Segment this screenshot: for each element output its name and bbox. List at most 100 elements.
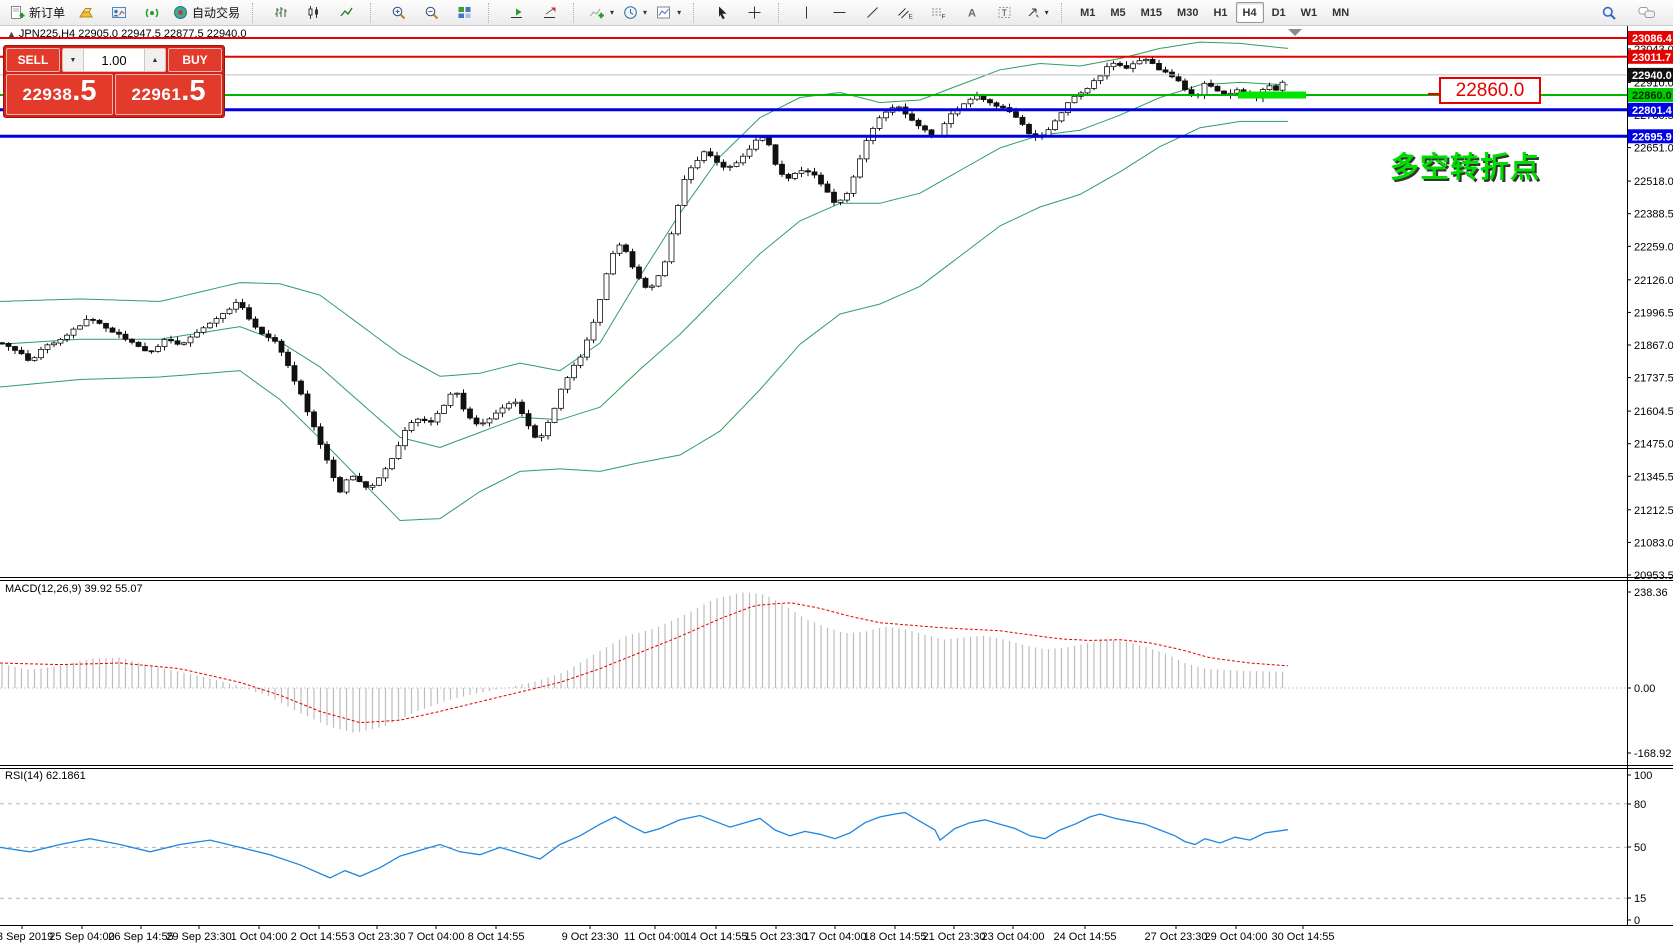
vertical-line-icon (800, 5, 813, 20)
macd-indicator-label: MACD(12,26,9) 39.92 55.07 (5, 583, 143, 595)
svg-text:100: 100 (1634, 770, 1652, 782)
bar-chart-button[interactable] (264, 1, 296, 24)
profile-button[interactable] (103, 1, 135, 24)
indicators-dropdown[interactable]: ▾ (585, 1, 618, 24)
candlestick-chart-button[interactable] (297, 1, 329, 24)
chart-canvas: 23043.022910.022780.522651.022518.022388… (0, 0, 1673, 948)
chinese-annotation: 多空转折点 (1390, 144, 1540, 186)
svg-text:7 Oct 04:00: 7 Oct 04:00 (408, 931, 465, 943)
volume-up-button[interactable]: ▲ (144, 49, 165, 71)
svg-text:E: E (909, 14, 914, 21)
signals-button[interactable] (136, 1, 168, 24)
timeframe-h1[interactable]: H1 (1206, 2, 1234, 23)
auto-scroll-button[interactable] (500, 1, 532, 24)
toolbar-separator (488, 3, 495, 23)
timeframe-m15[interactable]: M15 (1134, 2, 1169, 23)
svg-text:21996.5: 21996.5 (1634, 307, 1673, 319)
buy-button[interactable]: BUY (168, 48, 222, 72)
chat-icon (1638, 5, 1656, 20)
svg-text:21 Oct 23:30: 21 Oct 23:30 (923, 931, 986, 943)
cursor-icon (714, 5, 729, 20)
price-callout-box[interactable]: 22860.0 (1439, 77, 1541, 104)
gold-button[interactable] (70, 1, 102, 24)
vertical-line-tool[interactable] (790, 1, 822, 24)
svg-text:21867.0: 21867.0 (1634, 340, 1673, 352)
zoom-out-button[interactable] (415, 1, 447, 24)
buy-price-main: 22961 (132, 85, 182, 105)
svg-text:A: A (968, 8, 976, 20)
line-chart-icon (339, 5, 354, 20)
channel-tool[interactable]: E (889, 1, 921, 24)
timeframe-m1[interactable]: M1 (1073, 2, 1102, 23)
svg-text:21475.0: 21475.0 (1634, 439, 1673, 451)
svg-text:22388.5: 22388.5 (1634, 209, 1673, 221)
svg-text:20953.5: 20953.5 (1634, 570, 1673, 582)
cursor-tool-button[interactable] (705, 1, 737, 24)
svg-text:0: 0 (1634, 915, 1640, 927)
periods-dropdown[interactable]: ▾ (619, 1, 651, 24)
svg-text:29 Oct 04:00: 29 Oct 04:00 (1205, 931, 1268, 943)
svg-text:2 Oct 14:55: 2 Oct 14:55 (291, 931, 348, 943)
timeframe-mn[interactable]: MN (1325, 2, 1356, 23)
main-toolbar: 新订单 自动交易 (0, 0, 1673, 26)
one-click-trading-panel: SELL ▼ 1.00 ▲ BUY 22938 .5 22961 .5 (3, 45, 225, 118)
timeframe-w1[interactable]: W1 (1294, 2, 1325, 23)
chart-shift-button[interactable] (533, 1, 565, 24)
title-marker-icon: ▲ (7, 29, 16, 39)
timeframe-d1[interactable]: D1 (1265, 2, 1293, 23)
svg-text:21737.5: 21737.5 (1634, 373, 1673, 385)
svg-text:30 Oct 14:55: 30 Oct 14:55 (1272, 931, 1335, 943)
text-label-tool[interactable]: T (988, 1, 1020, 24)
svg-text:1 Oct 04:00: 1 Oct 04:00 (231, 931, 288, 943)
templates-dropdown[interactable]: ▾ (652, 1, 685, 24)
dropdown-caret: ▾ (677, 8, 681, 17)
equidistant-channel-icon: E (897, 5, 913, 20)
tile-windows-button[interactable] (448, 1, 480, 24)
arrows-shapes-icon (1026, 5, 1040, 20)
timeframe-m30[interactable]: M30 (1170, 2, 1205, 23)
fibonacci-tool[interactable]: F (922, 1, 954, 24)
volume-input[interactable]: 1.00 (84, 49, 144, 71)
chat-button[interactable] (1631, 1, 1663, 24)
fibonacci-icon: F (930, 5, 946, 20)
svg-text:29 Sep 23:30: 29 Sep 23:30 (166, 931, 231, 943)
timeframe-h4[interactable]: H4 (1236, 2, 1264, 23)
signal-icon (144, 5, 160, 20)
svg-text:0.00: 0.00 (1634, 683, 1655, 695)
volume-down-button[interactable]: ▼ (63, 49, 84, 71)
horizontal-line-tool[interactable] (823, 1, 855, 24)
svg-text:21345.5: 21345.5 (1634, 471, 1673, 483)
svg-text:F: F (942, 14, 946, 21)
buy-price-box[interactable]: 22961 .5 (115, 74, 222, 115)
autotrading-button[interactable]: 自动交易 (169, 1, 244, 24)
svg-text:15 Oct 23:30: 15 Oct 23:30 (745, 931, 808, 943)
svg-text:8 Oct 14:55: 8 Oct 14:55 (468, 931, 525, 943)
new-order-button[interactable]: 新订单 (6, 1, 69, 24)
svg-text:23086.4: 23086.4 (1632, 33, 1673, 45)
svg-text:22940.0: 22940.0 (1632, 70, 1672, 82)
sell-price-box[interactable]: 22938 .5 (6, 74, 113, 115)
sell-button[interactable]: SELL (6, 48, 60, 72)
svg-text:50: 50 (1634, 842, 1646, 854)
dropdown-caret: ▾ (643, 8, 647, 17)
search-button[interactable] (1593, 1, 1625, 24)
add-indicator-icon (589, 5, 605, 20)
svg-text:23 Oct 04:00: 23 Oct 04:00 (982, 931, 1045, 943)
trendline-icon (865, 5, 880, 20)
highlight-trend-bar (1238, 92, 1306, 99)
crosshair-tool-button[interactable] (738, 1, 770, 24)
volume-stepper[interactable]: ▼ 1.00 ▲ (62, 48, 166, 72)
svg-text:27 Oct 23:30: 27 Oct 23:30 (1145, 931, 1208, 943)
dropdown-caret: ▾ (1045, 8, 1049, 17)
arrows-dropdown[interactable]: ▾ (1021, 1, 1053, 24)
text-tool[interactable]: A (955, 1, 987, 24)
svg-text:21604.5: 21604.5 (1634, 406, 1673, 418)
svg-text:24 Oct 14:55: 24 Oct 14:55 (1054, 931, 1117, 943)
trendline-tool[interactable] (856, 1, 888, 24)
chart-shift-icon (542, 5, 557, 20)
svg-text:22801.4: 22801.4 (1632, 105, 1673, 117)
zoom-in-button[interactable] (382, 1, 414, 24)
horizontal-line-icon (832, 5, 847, 20)
timeframe-m5[interactable]: M5 (1103, 2, 1132, 23)
line-chart-button[interactable] (330, 1, 362, 24)
